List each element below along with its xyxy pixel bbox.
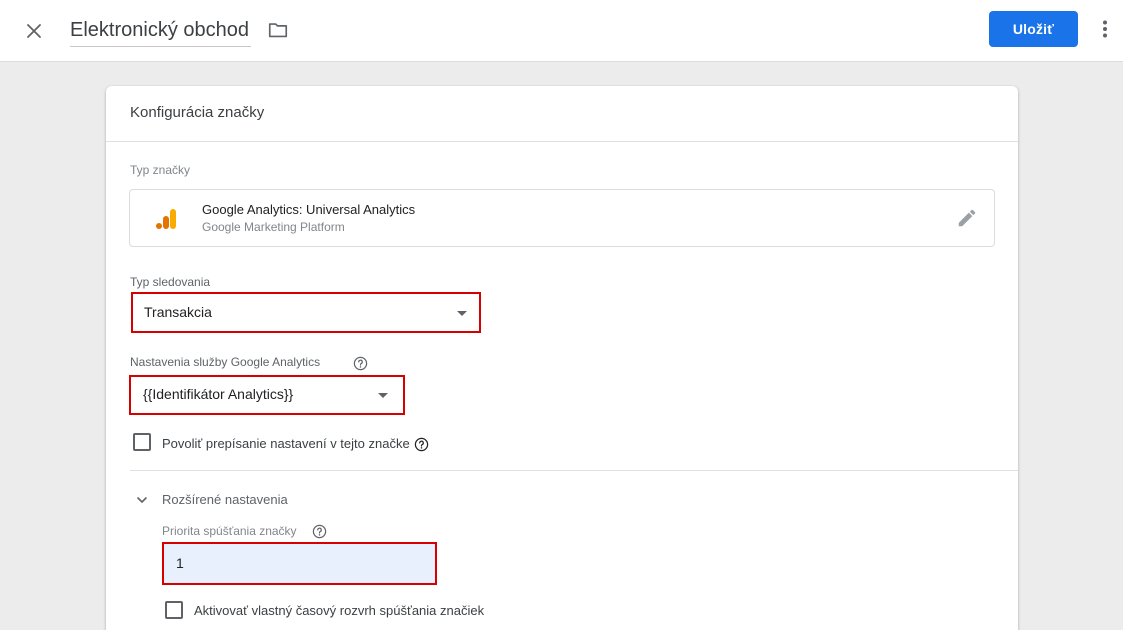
priority-value: 1 xyxy=(176,555,184,571)
folder-button[interactable] xyxy=(267,19,291,43)
card-header: Konfigurácia značky xyxy=(106,86,1018,142)
top-bar: Elektronický obchod Uložiť xyxy=(0,0,1123,62)
tag-type-provider: Google Marketing Platform xyxy=(202,220,345,234)
ga-settings-select[interactable]: {{Identifikátor Analytics}} xyxy=(129,375,405,415)
tag-type-name: Google Analytics: Universal Analytics xyxy=(202,202,416,217)
custom-schedule-checkbox[interactable] xyxy=(165,601,183,619)
priority-label: Priorita spúšťania značky xyxy=(162,524,297,538)
override-settings-checkbox[interactable] xyxy=(133,433,151,451)
more-options-button[interactable] xyxy=(1096,17,1114,41)
card-title: Konfigurácia značky xyxy=(130,104,265,121)
track-type-value: Transakcia xyxy=(144,304,212,320)
track-type-select[interactable]: Transakcia xyxy=(131,292,481,333)
section-divider xyxy=(130,470,1018,471)
more-vert-icon xyxy=(1103,20,1107,38)
override-settings-label[interactable]: Povoliť prepísanie nastavení v tejto zna… xyxy=(162,436,410,451)
help-icon[interactable] xyxy=(353,356,368,371)
help-icon[interactable] xyxy=(312,524,327,539)
pencil-icon xyxy=(958,209,976,227)
advanced-settings-label: Rozšírené nastavenia xyxy=(162,492,288,507)
chevron-down-icon xyxy=(137,497,147,503)
edit-tag-type-button[interactable] xyxy=(956,207,980,231)
tag-type-label: Typ značky xyxy=(130,163,191,177)
page-title: Elektronický obchod xyxy=(70,19,249,41)
tag-type-selector[interactable]: Google Analytics: Universal Analytics Go… xyxy=(129,189,995,247)
folder-icon xyxy=(268,23,288,38)
help-icon[interactable] xyxy=(414,437,429,452)
advanced-settings-toggle[interactable]: Rozšírené nastavenia xyxy=(134,489,334,511)
close-button[interactable] xyxy=(20,17,48,45)
google-analytics-logo-icon xyxy=(156,209,176,229)
dropdown-arrow-icon xyxy=(457,311,467,316)
tag-configuration-card: Konfigurácia značky Typ značky Google An… xyxy=(106,86,1018,630)
custom-schedule-label[interactable]: Aktivovať vlastný časový rozvrh spúšťani… xyxy=(194,603,484,618)
ga-settings-value: {{Identifikátor Analytics}} xyxy=(143,386,294,402)
save-button[interactable]: Uložiť xyxy=(989,11,1078,47)
close-icon xyxy=(27,24,41,38)
dropdown-arrow-icon xyxy=(378,393,388,398)
track-type-label: Typ sledovania xyxy=(130,275,211,289)
container-name-field[interactable]: Elektronický obchod xyxy=(70,15,251,47)
ga-settings-label: Nastavenia služby Google Analytics xyxy=(130,355,321,369)
priority-input[interactable]: 1 xyxy=(162,542,437,585)
